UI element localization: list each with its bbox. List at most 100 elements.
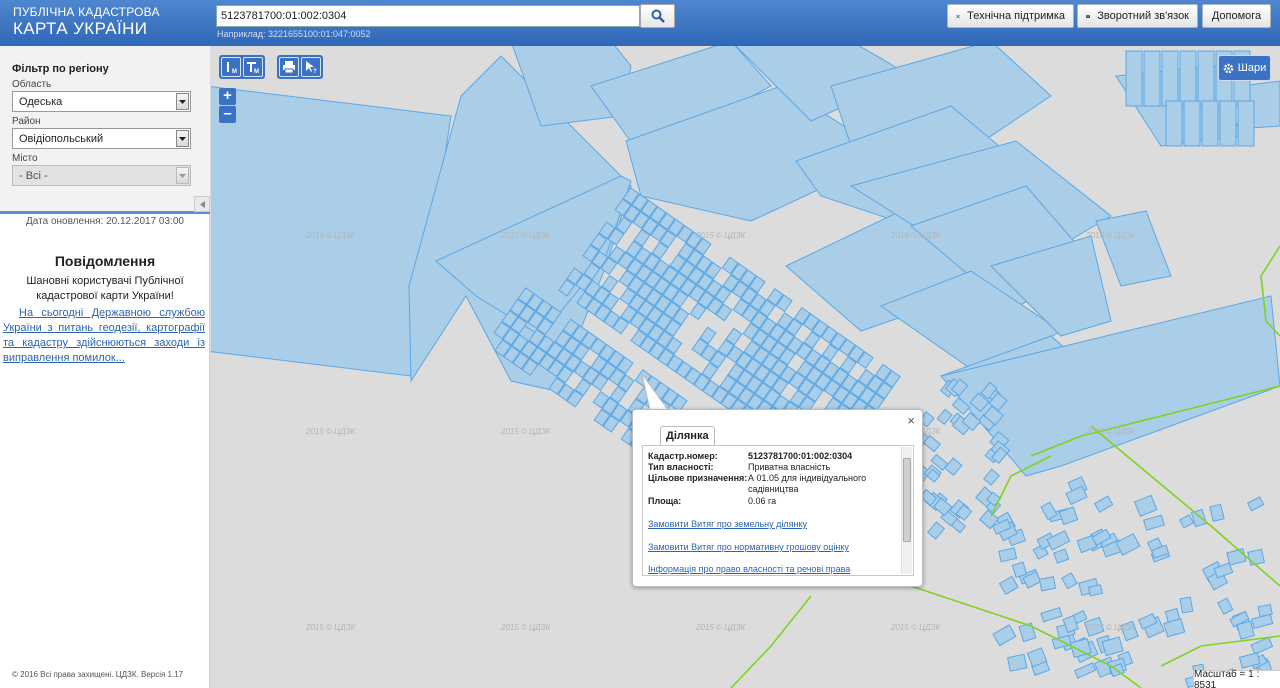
map-watermark: 2015 © ЦДЗК <box>1085 231 1136 240</box>
region-value: Одеська <box>19 96 63 108</box>
chevron-down-icon <box>176 167 189 184</box>
zoom-in-button[interactable]: + <box>219 88 236 105</box>
tech-support-label: Технічна підтримка <box>967 10 1065 22</box>
close-icon[interactable]: × <box>907 413 915 428</box>
map-canvas[interactable]: 2015 © ЦДЗК 2015 © ЦДЗК 2015 © ЦДЗК 2015 © … <box>211 46 1280 688</box>
row-value: А 01.05 для індивідуального садівництва <box>748 473 867 494</box>
map-watermark: 2015 © ЦДЗК <box>305 623 356 632</box>
layers-label: Шари <box>1237 62 1267 74</box>
help-label: Допомога <box>1211 10 1262 22</box>
region-select[interactable]: Одеська <box>12 91 191 112</box>
parcel[interactable] <box>1183 100 1201 147</box>
filter-title: Фільтр по регіону <box>12 63 109 75</box>
parcel-info-popup: × Ділянка Кадастр.номер: 5123781700:01:0… <box>632 409 923 587</box>
logo-line2: КАРТА УКРАЇНИ <box>13 19 148 38</box>
row-value: Приватна власність <box>748 462 831 472</box>
map-watermark: 2015 © ЦДЗК <box>890 231 941 240</box>
svg-text:M: M <box>254 69 259 74</box>
search-icon <box>651 9 665 23</box>
tools-icon <box>956 14 960 18</box>
chevron-down-icon <box>176 130 189 147</box>
row-key: Цільове призначення: <box>648 473 748 483</box>
print-identify-tools: ? <box>277 55 323 79</box>
map-watermark: 2015 © ЦДЗК <box>1085 427 1136 436</box>
scale-indicator: Масштаб = 1 : 8531 <box>1193 669 1280 688</box>
district-value: Овідіопольський <box>19 133 104 145</box>
row-key: Тип власності: <box>648 462 714 472</box>
parcel[interactable] <box>1143 50 1161 107</box>
district-select[interactable]: Овідіопольський <box>12 128 191 149</box>
gear-icon <box>1223 63 1234 73</box>
map-watermark: 2015 © ЦДЗК <box>890 623 941 632</box>
chevron-left-icon <box>199 200 205 208</box>
measure-area-button[interactable]: M <box>243 57 263 77</box>
order-valuation-link[interactable]: Замовити Витяг про нормативну грошову оц… <box>648 542 849 552</box>
parcel[interactable] <box>1087 584 1104 597</box>
parcel[interactable] <box>1165 100 1183 147</box>
map-watermark: 2015 © ЦДЗК <box>305 231 356 240</box>
logo[interactable]: ПУБЛІЧНА КАДАСТРОВА КАРТА УКРАЇНИ <box>13 6 160 37</box>
parcel[interactable] <box>1247 548 1265 566</box>
area-icon: M <box>247 62 259 74</box>
parcel[interactable] <box>1161 50 1179 107</box>
scrollbar-thumb[interactable] <box>903 458 911 542</box>
notice-text: Шановні користувачі Публічної кадастрово… <box>26 275 184 302</box>
search-button[interactable] <box>640 4 675 28</box>
map-watermark: 2015 © ЦДЗК <box>500 623 551 632</box>
parcel[interactable] <box>1179 50 1197 107</box>
map-watermark: 2015 © ЦДЗК <box>500 427 551 436</box>
collapse-sidebar-button[interactable] <box>194 196 210 212</box>
parcel[interactable] <box>1038 576 1057 592</box>
parcel[interactable] <box>1237 100 1255 147</box>
order-extract-link[interactable]: Замовити Витяг про земельну ділянку <box>648 519 807 529</box>
row-key: Кадастр.номер: <box>648 451 718 461</box>
ruler-icon: M <box>227 62 237 74</box>
city-label: Місто <box>12 153 38 164</box>
region-filter: Фільтр по регіону Область Одеська Район … <box>0 46 210 214</box>
measure-distance-button[interactable]: M <box>221 57 241 77</box>
region-label: Область <box>12 79 52 90</box>
map-watermark: 2015 © ЦДЗК <box>695 623 746 632</box>
feedback-button[interactable]: Зворотний зв'язок <box>1077 4 1198 28</box>
svg-text:?: ? <box>313 69 317 74</box>
parcel[interactable] <box>1179 596 1194 614</box>
cadastral-map[interactable]: 2015 © ЦДЗК 2015 © ЦДЗК 2015 © ЦДЗК 2015 © … <box>211 46 1280 688</box>
parcel[interactable] <box>1201 100 1219 147</box>
row-value: 5123781700:01:002:0304 <box>748 451 853 461</box>
parcel[interactable] <box>1219 100 1237 147</box>
update-date: Дата оновлення: 20.12.2017 03:00 <box>26 216 184 227</box>
map-watermark: 2015 © ЦДЗК <box>1085 623 1136 632</box>
sidebar: Фільтр по регіону Область Одеська Район … <box>0 46 210 688</box>
layers-button[interactable]: Шари <box>1218 55 1271 81</box>
map-watermark: 2015 © ЦДЗК <box>500 231 551 240</box>
chevron-down-icon <box>176 93 189 110</box>
help-button[interactable]: Допомога <box>1202 4 1271 28</box>
map-watermark: 2015 © ЦДЗК <box>305 427 356 436</box>
cadastral-search-input[interactable] <box>216 5 640 27</box>
print-button[interactable] <box>279 57 299 77</box>
cursor-question-icon: ? <box>306 61 317 74</box>
map-watermark: 2015 © ЦДЗК <box>695 231 746 240</box>
parcel[interactable] <box>1006 653 1028 672</box>
popup-pointer <box>641 373 669 411</box>
popup-body: Кадастр.номер: 5123781700:01:002:0304 Ти… <box>642 445 914 576</box>
city-select[interactable]: - Всі - <box>12 165 191 186</box>
district-label: Район <box>12 116 41 127</box>
popup-scrollbar[interactable] <box>901 447 912 574</box>
notice-link[interactable]: На сьогодні Державною службою України з … <box>3 306 205 366</box>
feedback-label: Зворотний зв'язок <box>1097 10 1189 22</box>
city-value: - Всі - <box>19 170 48 182</box>
envelope-icon <box>1086 14 1091 18</box>
notice-title: Повідомлення <box>54 253 156 269</box>
zoom-out-button[interactable]: – <box>219 106 236 123</box>
parcel[interactable] <box>1197 50 1215 107</box>
ownership-info-link[interactable]: Інформація про право власності та речові… <box>648 564 850 574</box>
tab-parcel[interactable]: Ділянка <box>660 426 715 445</box>
tech-support-button[interactable]: Технічна підтримка <box>947 4 1074 28</box>
identify-button[interactable]: ? <box>301 57 321 77</box>
svg-text:M: M <box>232 69 237 74</box>
printer-icon <box>283 61 295 74</box>
search-example: Наприклад: 3221655100:01:047:0052 <box>217 29 371 39</box>
row-value: 0.06 га <box>748 496 777 506</box>
parcel[interactable] <box>1125 50 1143 107</box>
